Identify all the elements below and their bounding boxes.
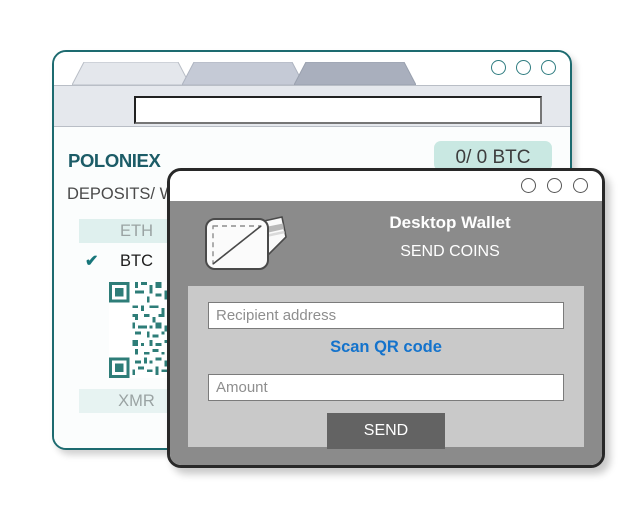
wallet-window-controls (521, 178, 588, 193)
send-coins-form: Scan QR code SEND (188, 286, 584, 449)
recipient-address-input[interactable] (208, 302, 564, 329)
scan-qr-code-link[interactable]: Scan QR code (188, 338, 584, 357)
minimize-circle-icon[interactable] (521, 178, 536, 193)
wallet-icon (205, 216, 287, 270)
browser-tab-2[interactable] (182, 62, 304, 85)
url-input[interactable] (134, 96, 542, 124)
maximize-circle-icon[interactable] (516, 60, 531, 75)
wallet-body: Desktop Wallet SEND COINS Scan QR code S… (170, 201, 602, 465)
browser-window-controls (491, 60, 556, 75)
browser-toolbar (54, 85, 570, 127)
balance-badge: 0/ 0 BTC (434, 141, 552, 171)
maximize-circle-icon[interactable] (547, 178, 562, 193)
wallet-header: Desktop Wallet SEND COINS (170, 201, 602, 286)
minimize-circle-icon[interactable] (491, 60, 506, 75)
tab-shape-icon (72, 62, 190, 85)
poloniex-logo: POLONIEX (68, 150, 161, 171)
close-circle-icon[interactable] (573, 178, 588, 193)
wallet-title: Desktop Wallet (389, 213, 511, 232)
wallet-subtitle: SEND COINS (400, 243, 500, 260)
check-icon: ✔ (85, 253, 99, 270)
tab-shape-icon (294, 62, 416, 85)
page-title: DEPOSITS/ W (67, 185, 176, 203)
browser-tab-1[interactable] (72, 62, 190, 85)
wallet-titlebar (170, 171, 602, 201)
send-button[interactable]: SEND (327, 413, 445, 449)
browser-tab-3[interactable] (294, 62, 416, 85)
tab-shape-icon (182, 62, 304, 85)
amount-input[interactable] (208, 374, 564, 401)
close-circle-icon[interactable] (541, 60, 556, 75)
desktop-wallet-window: Desktop Wallet SEND COINS Scan QR code S… (167, 168, 605, 468)
